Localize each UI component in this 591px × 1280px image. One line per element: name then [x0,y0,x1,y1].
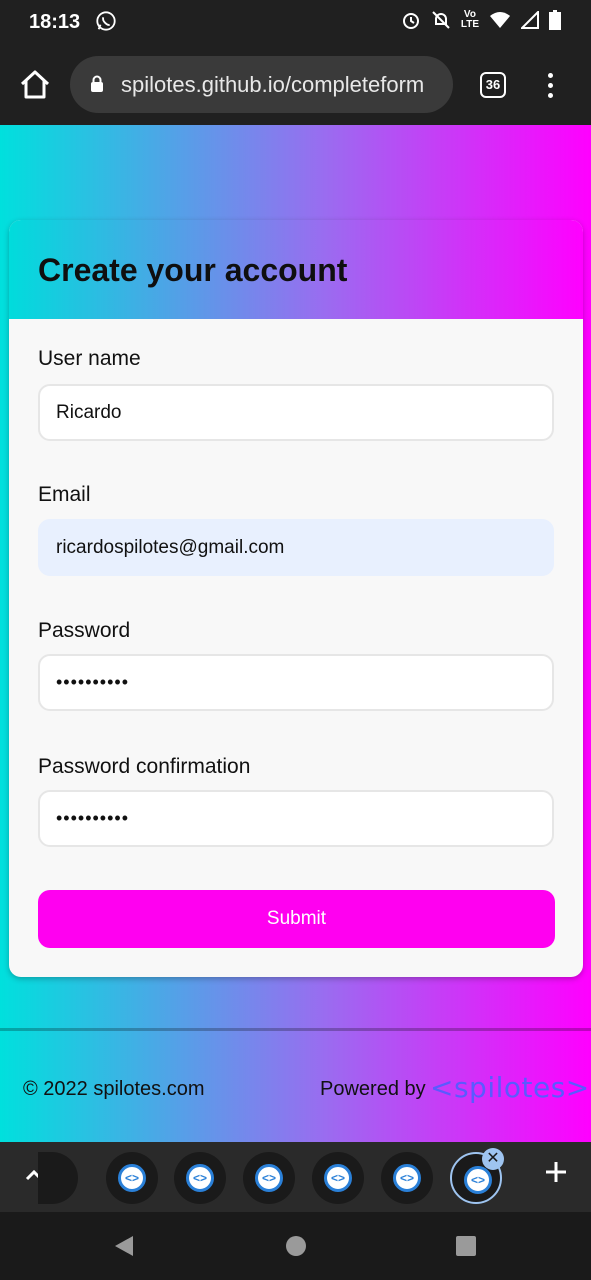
new-tab-icon[interactable] [544,1160,568,1184]
recents-icon[interactable] [455,1235,477,1257]
tab-favicon-icon: <> [255,1164,283,1192]
back-icon[interactable] [113,1234,135,1258]
copyright-text: © 2022 spilotes.com [23,1078,205,1100]
brand-link[interactable]: <spilotes> [430,1071,590,1104]
tab-thumbnail[interactable]: <> [243,1152,295,1204]
status-time: 18:13 [29,11,81,33]
signup-card: Create your account User name Ricardo Em… [9,220,583,977]
submit-button[interactable]: Submit [38,890,555,948]
page-content: Create your account User name Ricardo Em… [0,125,591,1142]
home-nav-icon[interactable] [285,1235,307,1257]
username-label: User name [38,347,141,370]
volte-bottom-text: LTE [460,19,479,30]
tab-thumbnail[interactable]: <> [381,1152,433,1204]
battery-icon [549,10,561,30]
browser-toolbar: spilotes.github.io/completeform 36 [0,44,591,125]
tab-favicon-icon: <> [464,1166,492,1194]
address-bar[interactable]: spilotes.github.io/completeform [70,56,453,113]
close-tab-icon[interactable]: ✕ [482,1148,504,1170]
status-bar: 18:13 Vo LTE [0,0,591,44]
lock-icon [91,75,103,92]
tab-thumbnail-partial[interactable] [38,1152,78,1204]
password-label: Password [38,619,131,642]
home-icon[interactable] [18,68,52,102]
page-title: Create your account [38,252,348,288]
signal-icon [521,11,539,29]
alarm-icon [402,13,419,29]
status-icons: Vo LTE [401,10,561,30]
email-label: Email [38,483,91,506]
tab-favicon-icon: <> [186,1164,214,1192]
username-field[interactable]: Ricardo [38,384,554,441]
footer: © 2022 spilotes.com Powered by <spilotes… [0,1028,591,1142]
tab-favicon-icon: <> [324,1164,352,1192]
whatsapp-icon [96,11,116,31]
password-confirmation-field[interactable]: •••••••••• [38,790,554,847]
tab-thumbnail[interactable]: <> [106,1152,158,1204]
wifi-icon [490,12,510,28]
overflow-menu-icon[interactable] [540,70,560,100]
password-confirmation-label: Password confirmation [38,755,251,778]
card-header: Create your account [9,220,583,319]
volte-icon: Vo LTE [461,10,479,30]
tab-favicon-icon: <> [393,1164,421,1192]
tab-favicon-icon: <> [118,1164,146,1192]
password-field[interactable]: •••••••••• [38,654,554,711]
powered-by-text: Powered by [320,1078,426,1100]
tab-count-button[interactable]: 36 [480,72,506,98]
email-field[interactable]: ricardospilotes@gmail.com [38,519,554,576]
url-text: spilotes.github.io/completeform [121,72,425,97]
system-nav-bar [0,1212,591,1280]
tab-thumbnail[interactable]: <> [312,1152,364,1204]
tab-thumbnail[interactable]: <> [174,1152,226,1204]
mute-icon [432,11,450,29]
